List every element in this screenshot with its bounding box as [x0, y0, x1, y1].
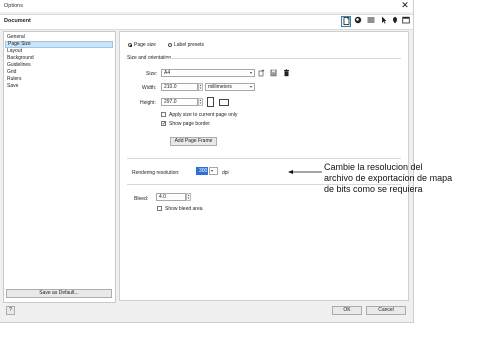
- rendering-resolution-input[interactable]: 300: [196, 167, 208, 175]
- section-header: [0, 14, 413, 30]
- portrait-orientation-icon[interactable]: [207, 97, 214, 107]
- sidebar-item-page-size[interactable]: Page Size: [5, 41, 113, 48]
- annotation-line-3: de bits como se requiera: [324, 184, 423, 194]
- height-input[interactable]: 297.0: [161, 98, 198, 106]
- width-input[interactable]: 210.0: [161, 83, 198, 91]
- sidebar-item-rulers[interactable]: Rulers: [5, 76, 113, 83]
- height-spinner[interactable]: ▴ ▾: [198, 98, 203, 106]
- page-icon[interactable]: [341, 16, 351, 27]
- rendering-resolution-label: Rendering resolution:: [132, 170, 180, 176]
- list-icon[interactable]: [367, 16, 375, 25]
- dpi-unit-label: dpi: [222, 170, 229, 176]
- sidebar-item-background[interactable]: Background: [5, 55, 113, 62]
- width-spinner[interactable]: ▴ ▾: [198, 83, 203, 91]
- annotation-line-1: Cambie la resolucion del: [324, 162, 423, 172]
- callout-arrow: [288, 170, 322, 174]
- units-value: millimeters: [208, 84, 232, 90]
- size-dropdown[interactable]: A4 ▾: [161, 69, 255, 77]
- show-page-border-label: Show page border: [169, 121, 210, 127]
- rendering-resolution-value: 300: [199, 168, 208, 174]
- bleed-value: 4.0: [159, 194, 166, 200]
- width-label: Width:: [142, 85, 157, 91]
- shape-icon[interactable]: [391, 16, 399, 25]
- window-title: Options: [4, 3, 23, 9]
- label-presets-radio[interactable]: [168, 43, 172, 47]
- resolution-dropdown-button[interactable]: ▾: [209, 167, 218, 175]
- save-preset-icon[interactable]: [270, 69, 277, 77]
- window-icon[interactable]: [402, 16, 410, 25]
- save-as-default-button[interactable]: Save as Default...: [6, 289, 112, 298]
- pointer-icon[interactable]: [380, 16, 388, 25]
- help-button[interactable]: ?: [6, 306, 15, 315]
- trash-icon[interactable]: [283, 69, 290, 77]
- title-bar: [0, 0, 413, 12]
- chevron-down-icon: ▾: [211, 168, 214, 173]
- label-presets-radio-label: Label presets: [174, 42, 205, 48]
- page-size-radio-label: Page size: [134, 42, 156, 48]
- add-preset-icon[interactable]: [258, 69, 265, 77]
- apply-current-page-checkbox[interactable]: [161, 112, 166, 117]
- landscape-orientation-icon[interactable]: [219, 99, 229, 106]
- width-value: 210.0: [164, 84, 177, 90]
- sidebar-item-grid[interactable]: Grid: [5, 69, 113, 76]
- sidebar-item-layout[interactable]: Layout: [5, 48, 113, 55]
- annotation-line-2: archivo de exportacion de mapa: [324, 173, 453, 183]
- page-size-radio[interactable]: [128, 43, 132, 47]
- show-bleed-area-checkbox[interactable]: [157, 206, 162, 211]
- globe-icon[interactable]: [354, 16, 362, 25]
- close-icon[interactable]: ✕: [399, 0, 411, 11]
- show-bleed-area-label: Show bleed area: [165, 206, 203, 212]
- section-divider: [165, 58, 401, 59]
- bleed-input[interactable]: 4.0: [156, 193, 186, 201]
- ok-button[interactable]: OK: [332, 306, 362, 315]
- section-title: Document: [4, 18, 31, 24]
- show-page-border-checkbox[interactable]: ✓: [161, 121, 166, 127]
- size-label: Size:: [146, 71, 158, 77]
- sidebar-item-save[interactable]: Save: [5, 83, 113, 90]
- sidebar: General Page Size Layout Background Guid…: [3, 31, 116, 303]
- sidebar-item-guidelines[interactable]: Guidelines: [5, 62, 113, 69]
- units-dropdown[interactable]: millimeters ▾: [205, 83, 255, 91]
- size-value: A4: [164, 70, 171, 76]
- height-label: Height:: [140, 100, 156, 106]
- chevron-down-icon: ▾: [249, 84, 252, 89]
- rendering-divider-top: [127, 158, 401, 159]
- bleed-label: Bleed:: [134, 196, 149, 202]
- bleed-spinner[interactable]: ▴ ▾: [186, 193, 191, 201]
- sidebar-item-general[interactable]: General: [5, 34, 113, 41]
- height-value: 297.0: [164, 99, 177, 105]
- apply-current-page-label: Apply size to current page only: [169, 112, 238, 118]
- chevron-down-icon: ▾: [249, 70, 252, 75]
- cancel-button[interactable]: Cancel: [366, 306, 406, 315]
- add-page-frame-button[interactable]: Add Page Frame: [170, 137, 217, 146]
